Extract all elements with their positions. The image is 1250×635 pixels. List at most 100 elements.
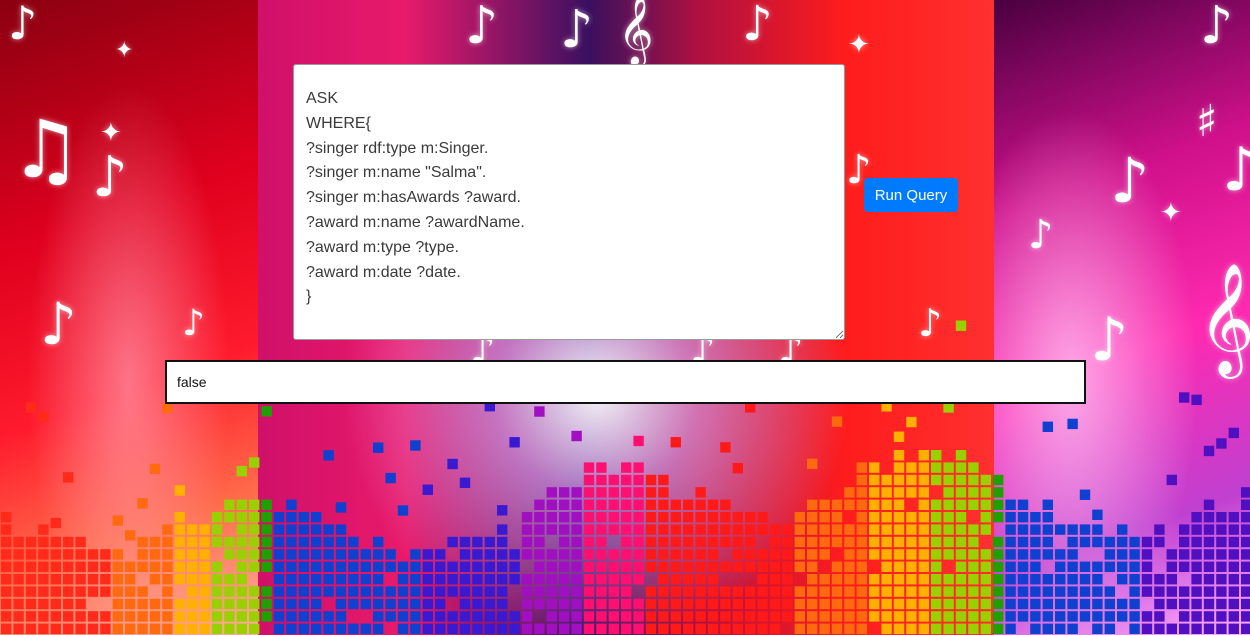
equalizer-block bbox=[534, 512, 545, 523]
equalizer-block bbox=[980, 611, 991, 622]
equalizer-block bbox=[447, 574, 458, 585]
equalizer-block bbox=[906, 623, 917, 634]
equalizer-block bbox=[410, 586, 421, 597]
equalizer-block bbox=[261, 499, 272, 510]
equalizer-block bbox=[459, 561, 471, 572]
equalizer-block bbox=[658, 549, 669, 560]
equalizer-block bbox=[856, 611, 867, 622]
equalizer-block bbox=[1092, 611, 1103, 622]
equalizer-block bbox=[695, 487, 706, 498]
equalizer-block bbox=[906, 611, 917, 622]
equalizer-block bbox=[1141, 586, 1153, 597]
equalizer-block bbox=[782, 561, 793, 572]
equalizer-block bbox=[1228, 598, 1239, 610]
equalizer-block bbox=[1, 611, 12, 622]
equalizer-block bbox=[918, 549, 929, 560]
equalizer-block bbox=[918, 574, 929, 585]
equalizer-block bbox=[993, 598, 1004, 610]
equalizer-block bbox=[1129, 549, 1140, 560]
equalizer-block bbox=[521, 598, 533, 610]
equalizer-block bbox=[571, 499, 582, 510]
equalizer-block bbox=[100, 611, 111, 622]
equalizer-block bbox=[645, 512, 657, 523]
equalizer-block bbox=[25, 402, 37, 413]
sparql-query-editor[interactable]: ASK WHERE{ ?singer rdf:type m:Singer. ?s… bbox=[293, 64, 845, 340]
equalizer-block bbox=[1005, 536, 1016, 548]
equalizer-block bbox=[943, 549, 954, 560]
equalizer-block bbox=[1042, 574, 1053, 585]
equalizer-block bbox=[534, 574, 545, 585]
equalizer-block bbox=[323, 623, 334, 634]
equalizer-block bbox=[608, 512, 619, 523]
equalizer-block bbox=[534, 561, 545, 572]
equalizer-block bbox=[1079, 489, 1091, 500]
equalizer-block bbox=[1055, 586, 1066, 597]
equalizer-block bbox=[211, 512, 223, 523]
equalizer-block bbox=[955, 462, 967, 473]
equalizer-block bbox=[360, 549, 371, 560]
equalizer-block bbox=[807, 561, 818, 572]
equalizer-block bbox=[298, 524, 309, 535]
equalizer-block bbox=[335, 586, 347, 597]
equalizer-block bbox=[633, 611, 644, 622]
equalizer-block bbox=[75, 561, 86, 572]
equalizer-block bbox=[732, 512, 743, 523]
equalizer-block bbox=[608, 598, 619, 610]
equalizer-block bbox=[63, 472, 74, 483]
equalizer-block bbox=[323, 586, 334, 597]
equalizer-block bbox=[571, 536, 582, 548]
equalizer-block bbox=[621, 524, 632, 535]
equalizer-block bbox=[769, 611, 781, 622]
equalizer-block bbox=[335, 524, 347, 535]
equalizer-block bbox=[472, 611, 483, 622]
equalizer-block bbox=[993, 487, 1004, 498]
equalizer-block bbox=[732, 598, 743, 610]
equalizer-block bbox=[1141, 623, 1153, 634]
equalizer-block bbox=[559, 487, 570, 498]
run-query-button[interactable]: Run Query bbox=[864, 178, 958, 212]
equalizer-block bbox=[125, 598, 136, 610]
equalizer-block bbox=[38, 574, 49, 585]
equalizer-block bbox=[112, 574, 123, 585]
equalizer-block bbox=[893, 462, 905, 473]
equalizer-block bbox=[224, 611, 235, 622]
equalizer-block bbox=[546, 487, 557, 498]
equalizer-block bbox=[596, 487, 607, 498]
equalizer-block bbox=[534, 598, 545, 610]
equalizer-block bbox=[397, 586, 409, 597]
equalizer-block bbox=[559, 561, 570, 572]
equalizer-block bbox=[38, 598, 49, 610]
equalizer-block bbox=[583, 611, 595, 622]
equalizer-block bbox=[323, 524, 334, 535]
equalizer-block bbox=[174, 485, 185, 496]
equalizer-block bbox=[534, 499, 545, 510]
equalizer-block bbox=[435, 549, 446, 560]
equalizer-block bbox=[87, 611, 99, 622]
equalizer-block bbox=[993, 574, 1004, 585]
equalizer-block bbox=[273, 512, 285, 523]
equalizer-block bbox=[286, 623, 297, 634]
equalizer-block bbox=[1179, 561, 1190, 572]
equalizer-block bbox=[1030, 512, 1041, 523]
equalizer-block bbox=[745, 623, 756, 634]
equalizer-block bbox=[955, 487, 967, 498]
equalizer-block bbox=[1216, 623, 1227, 634]
equalizer-block bbox=[943, 598, 954, 610]
equalizer-block bbox=[435, 586, 446, 597]
equalizer-block bbox=[311, 611, 322, 622]
equalizer-block bbox=[918, 474, 929, 486]
equalizer-block bbox=[137, 586, 148, 597]
equalizer-block bbox=[1179, 623, 1190, 634]
equalizer-block bbox=[112, 623, 123, 634]
equalizer-block bbox=[1030, 524, 1041, 535]
equalizer-block bbox=[621, 512, 632, 523]
equalizer-block bbox=[459, 549, 471, 560]
equalizer-block bbox=[621, 536, 632, 548]
equalizer-block bbox=[1154, 586, 1165, 597]
equalizer-block bbox=[1191, 549, 1202, 560]
equalizer-block bbox=[1017, 512, 1029, 523]
equalizer-block bbox=[100, 549, 111, 560]
equalizer-block bbox=[162, 402, 173, 414]
query-result-field[interactable] bbox=[165, 360, 1086, 404]
equalizer-block bbox=[385, 549, 396, 560]
